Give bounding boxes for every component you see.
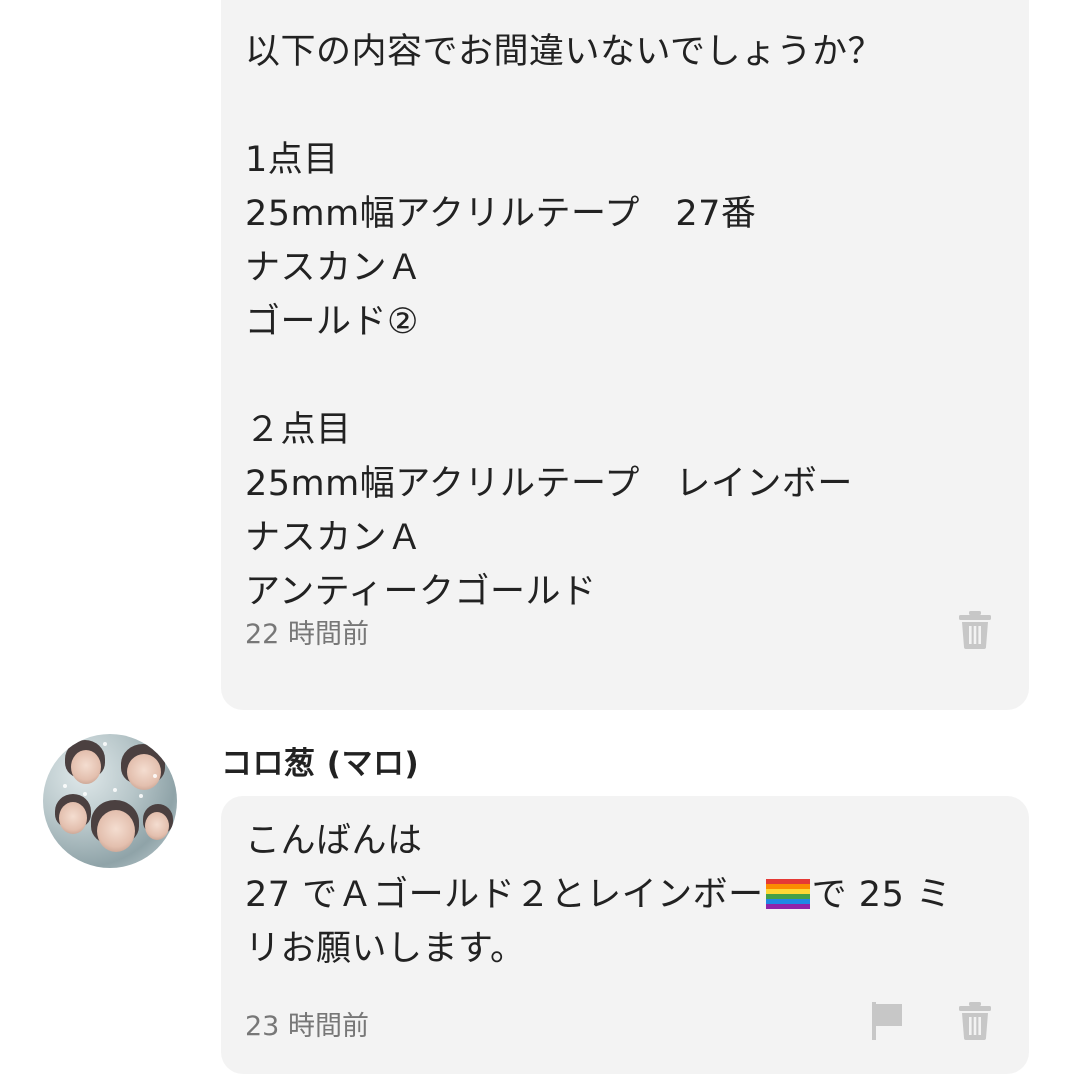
message-text: こんばんは 27 でＡゴールド２とレインボー で 25 ミ リお願いします。 (245, 814, 1005, 976)
avatar-detail (153, 774, 157, 778)
message-bubble: 以下の内容でお間違いないでしょうか？ 1点目 25mm幅アクリルテープ 27番 … (221, 0, 1029, 710)
avatar-detail (113, 788, 117, 792)
delete-button[interactable] (955, 608, 995, 652)
report-button[interactable] (867, 999, 907, 1043)
avatar-detail (63, 784, 67, 788)
trash-icon (959, 611, 991, 649)
message-line: リお願いします。 (245, 929, 526, 969)
avatar-detail (97, 810, 135, 852)
message-bubble: こんばんは 27 でＡゴールド２とレインボー で 25 ミ リお願いします。 2… (221, 796, 1029, 1074)
message-line: こんばんは (245, 821, 423, 861)
message-timestamp: 22 時間前 (245, 619, 369, 650)
avatar-detail (103, 742, 107, 746)
message-timestamp: 23 時間前 (245, 1011, 369, 1042)
avatar-detail (139, 794, 143, 798)
message-line: 27 でＡゴールド２とレインボー (245, 875, 764, 915)
user-avatar[interactable] (43, 734, 177, 868)
trash-icon (959, 1002, 991, 1040)
avatar-detail (127, 754, 161, 790)
avatar-detail (83, 792, 87, 796)
delete-button[interactable] (955, 999, 995, 1043)
message-line: で 25 ミ (811, 875, 952, 915)
message-text: 以下の内容でお間違いないでしょうか？ 1点目 25mm幅アクリルテープ 27番 … (245, 32, 883, 612)
flag-icon (872, 1002, 902, 1040)
avatar-detail (59, 802, 87, 834)
rainbow-flag-emoji (765, 879, 810, 909)
avatar-detail (71, 750, 101, 784)
username[interactable]: コロ葱 (マロ) (221, 738, 419, 783)
avatar-detail (145, 812, 169, 840)
